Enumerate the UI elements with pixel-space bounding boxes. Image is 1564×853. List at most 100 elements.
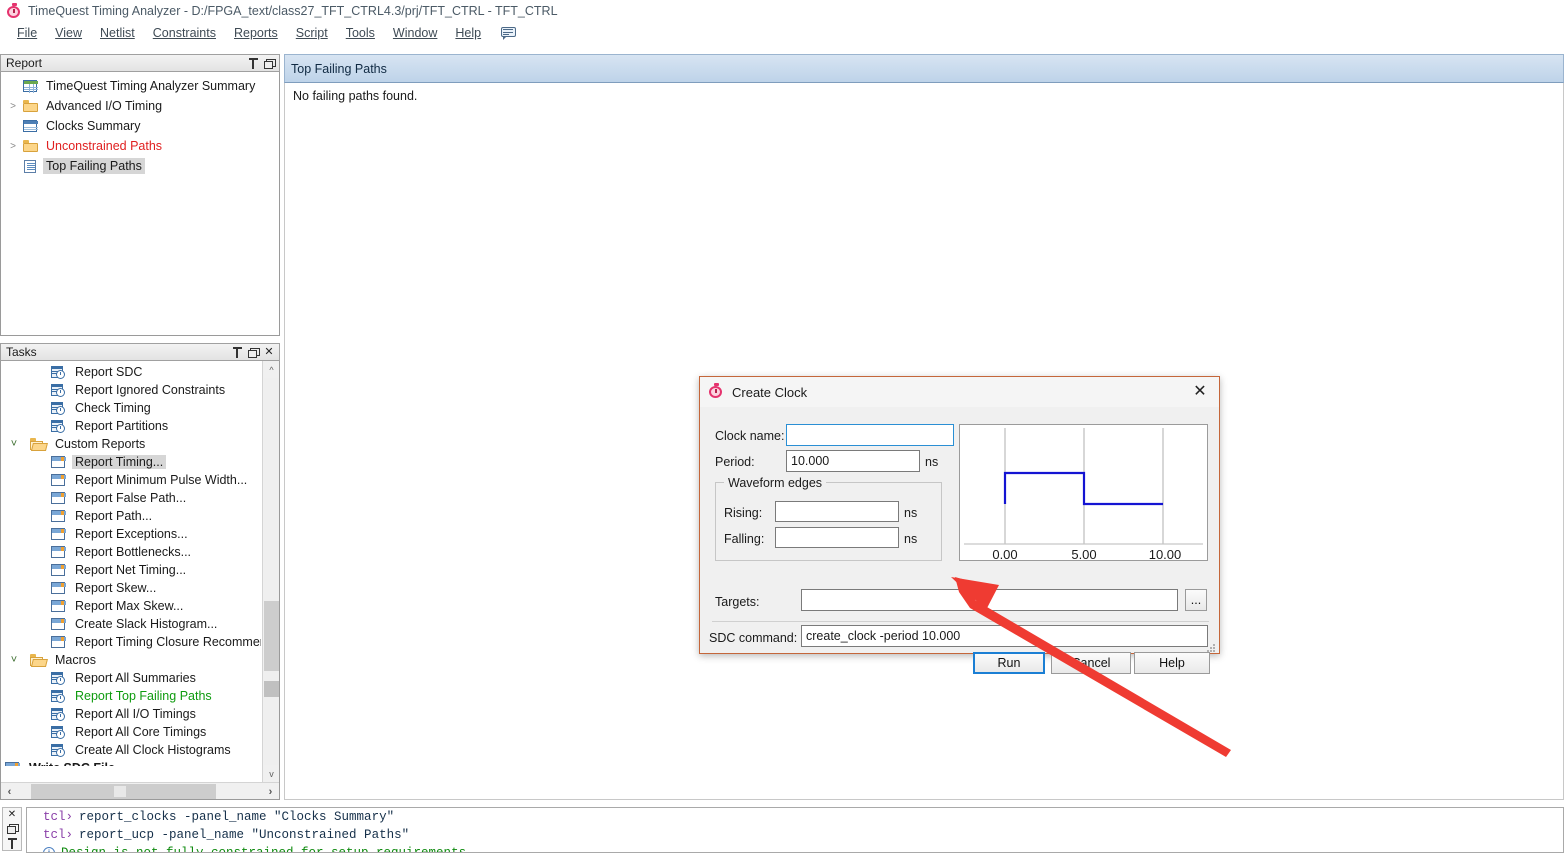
menu-view[interactable]: View	[46, 24, 91, 42]
clock-name-input[interactable]	[786, 424, 954, 446]
cancel-button[interactable]: Cancel	[1051, 652, 1131, 674]
restore-icon[interactable]	[263, 57, 276, 70]
task-item[interactable]: Create Slack Histogram...	[1, 615, 261, 633]
pin-icon[interactable]	[7, 837, 17, 850]
script-icon	[49, 671, 67, 685]
task-item[interactable]: Report Skew...	[1, 579, 261, 597]
chevron-right-icon[interactable]: >	[5, 101, 21, 112]
window-icon	[3, 762, 21, 766]
task-item[interactable]: Report Partitions	[1, 417, 261, 435]
task-item[interactable]: Report False Path...	[1, 489, 261, 507]
console-output[interactable]: tcl› report_clocks -panel_name "Clocks S…	[26, 807, 1564, 853]
resize-grip[interactable]	[1206, 643, 1216, 653]
task-item[interactable]: Report All I/O Timings	[1, 705, 261, 723]
task-item[interactable]: ˅ Macros	[1, 651, 261, 669]
menu-reports[interactable]: Reports	[225, 24, 287, 42]
window-icon	[49, 510, 67, 522]
report-panel-header: Report	[0, 54, 280, 72]
scroll-down-icon[interactable]: v	[263, 765, 279, 782]
task-item[interactable]: Report Timing Closure Recommenda	[1, 633, 261, 651]
report-item-top-failing-paths[interactable]: Top Failing Paths	[1, 156, 279, 176]
script-icon	[49, 689, 67, 703]
message-panel-button[interactable]	[498, 24, 518, 42]
report-item-label: TimeQuest Timing Analyzer Summary	[46, 79, 256, 93]
tasks-vertical-scrollbar[interactable]: ^ v	[262, 361, 279, 782]
task-item-label: Report Bottlenecks...	[75, 545, 192, 559]
task-item[interactable]: Create All Clock Histograms	[1, 741, 261, 759]
rising-unit-label: ns	[904, 506, 918, 520]
chevron-down-icon[interactable]: ˅	[3, 438, 25, 450]
task-item[interactable]: Report Timing...	[1, 453, 261, 471]
script-icon	[49, 419, 67, 433]
menu-script[interactable]: Script	[287, 24, 337, 42]
period-input[interactable]	[786, 450, 920, 472]
window-icon	[49, 456, 67, 468]
report-item-label: Unconstrained Paths	[46, 139, 163, 153]
menu-netlist[interactable]: Netlist	[91, 24, 144, 42]
task-item-label: Report Max Skew...	[75, 599, 184, 613]
console-line-text: Design is not fully constrained for setu…	[61, 846, 467, 853]
task-item[interactable]: Write SDC File...	[1, 759, 261, 766]
run-button[interactable]: Run	[973, 652, 1045, 674]
menu-help[interactable]: Help	[446, 24, 490, 42]
pin-icon[interactable]	[231, 346, 243, 359]
scrollbar-thumb[interactable]	[264, 601, 279, 671]
close-icon[interactable]: ✕	[8, 808, 16, 821]
chevron-right-icon[interactable]: >	[5, 141, 21, 152]
menu-tools[interactable]: Tools	[337, 24, 384, 42]
task-item[interactable]: Report All Core Timings	[1, 723, 261, 741]
content-tab-top-failing-paths[interactable]: Top Failing Paths	[284, 54, 1564, 83]
document-icon	[21, 159, 39, 173]
task-item-label: Report All I/O Timings	[75, 707, 196, 721]
targets-input[interactable]	[801, 589, 1178, 611]
task-item[interactable]: Report Exceptions...	[1, 525, 261, 543]
task-item[interactable]: Report Path...	[1, 507, 261, 525]
pin-icon[interactable]	[247, 57, 259, 70]
task-item[interactable]: Report Top Failing Paths	[1, 687, 261, 705]
falling-label: Falling:	[724, 532, 765, 546]
restore-icon[interactable]	[7, 822, 19, 835]
scroll-right-icon[interactable]: ›	[262, 783, 279, 799]
menu-window[interactable]: Window	[384, 24, 446, 42]
task-item[interactable]: Report Net Timing...	[1, 561, 261, 579]
task-item[interactable]: Report Max Skew...	[1, 597, 261, 615]
task-item[interactable]: Check Timing	[1, 399, 261, 417]
menu-constraints-label: Constraints	[152, 26, 216, 40]
task-item[interactable]: Report SDC	[1, 363, 261, 381]
window-icon	[49, 636, 67, 648]
wave-tick-1: 5.00	[1071, 547, 1096, 560]
report-item-advanced-io-timing[interactable]: > Advanced I/O Timing	[1, 96, 279, 116]
sdc-command-label: SDC command:	[709, 631, 798, 645]
chevron-down-icon[interactable]: ˅	[3, 654, 25, 666]
help-button[interactable]: Help	[1134, 652, 1210, 674]
menu-file[interactable]: File	[8, 24, 46, 42]
task-item[interactable]: Report Bottlenecks...	[1, 543, 261, 561]
report-item-clocks-summary[interactable]: Clocks Summary	[1, 116, 279, 136]
restore-icon[interactable]	[247, 346, 260, 359]
tasks-horizontal-scrollbar[interactable]: ‹ ›	[1, 782, 279, 799]
folder-open-icon	[29, 438, 47, 450]
task-item[interactable]: Report Ignored Constraints	[1, 381, 261, 399]
rising-input[interactable]	[775, 501, 899, 522]
period-unit-label: ns	[925, 455, 939, 469]
task-item[interactable]: Report Minimum Pulse Width...	[1, 471, 261, 489]
window-icon	[49, 582, 67, 594]
tasks-panel: Tasks ✕ Report SDC Report Ignored Constra…	[0, 343, 280, 800]
falling-input[interactable]	[775, 527, 899, 548]
task-item[interactable]: ˅ Custom Reports	[1, 435, 261, 453]
rising-label: Rising:	[724, 506, 763, 520]
close-icon[interactable]: ✕	[1187, 380, 1213, 404]
targets-browse-button[interactable]: ...	[1185, 589, 1207, 611]
scroll-left-icon[interactable]: ‹	[1, 783, 18, 799]
window-icon	[49, 600, 67, 612]
scroll-up-icon[interactable]: ^	[263, 361, 279, 378]
report-item-unconstrained-paths[interactable]: > Unconstrained Paths	[1, 136, 279, 156]
report-item-timequest-summary[interactable]: TimeQuest Timing Analyzer Summary	[1, 76, 279, 96]
tasks-tree: Report SDC Report Ignored Constraints Chec…	[1, 361, 261, 766]
task-item[interactable]: Report All Summaries	[1, 669, 261, 687]
sdc-command-input[interactable]	[801, 625, 1208, 647]
task-item-label: Report All Core Timings	[75, 725, 207, 739]
menu-constraints[interactable]: Constraints	[144, 24, 225, 42]
close-icon[interactable]: ✕	[263, 346, 275, 359]
scrollbar-thumb-secondary[interactable]	[264, 681, 279, 697]
